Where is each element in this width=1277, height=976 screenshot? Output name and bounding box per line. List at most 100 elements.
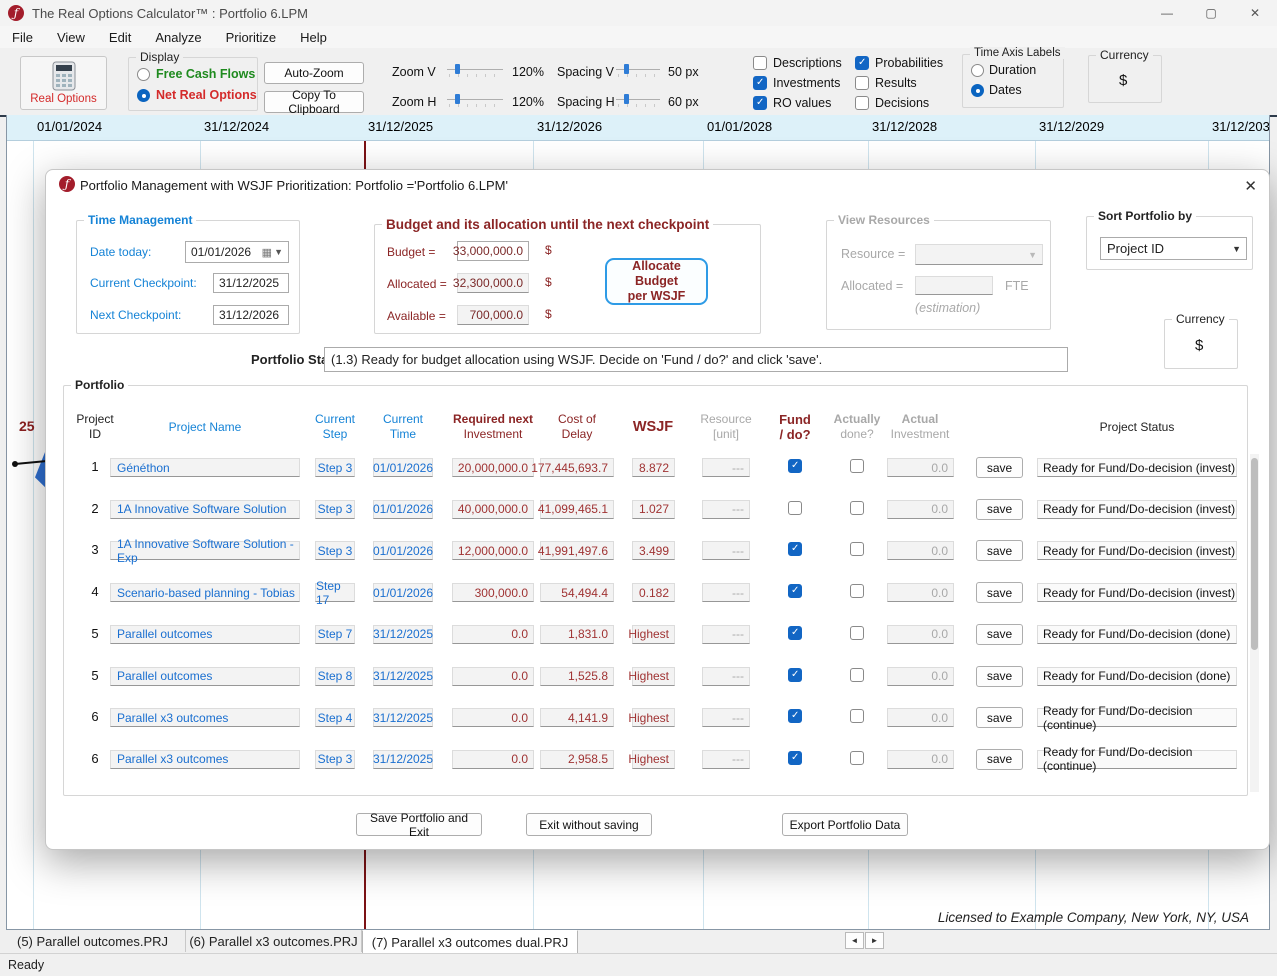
current-step-field[interactable]: Step 3 bbox=[315, 500, 355, 519]
project-name-field[interactable]: Parallel x3 outcomes bbox=[110, 750, 300, 769]
menu-analyze[interactable]: Analyze bbox=[143, 30, 213, 45]
results-label[interactable]: Results bbox=[875, 76, 917, 90]
project-name-field[interactable]: Généthon bbox=[110, 458, 300, 477]
required-investment-field[interactable]: 0.0 bbox=[452, 708, 534, 727]
net-real-options-label[interactable]: Net Real Options bbox=[156, 88, 257, 102]
decisions-checkbox[interactable] bbox=[855, 96, 869, 110]
current-time-field[interactable]: 31/12/2025 bbox=[373, 750, 433, 769]
maximize-icon[interactable]: ▢ bbox=[1189, 0, 1233, 26]
required-investment-field[interactable]: 0.0 bbox=[452, 750, 534, 769]
required-investment-field[interactable]: 300,000.0 bbox=[452, 583, 534, 602]
save-button[interactable]: save bbox=[976, 624, 1023, 645]
current-time-field[interactable]: 31/12/2025 bbox=[373, 625, 433, 644]
dialog-close-icon[interactable]: ✕ bbox=[1244, 177, 1257, 195]
free-cash-flows-radio[interactable] bbox=[137, 68, 150, 81]
cost-of-delay-field[interactable]: 177,445,693.7 bbox=[540, 458, 614, 477]
save-button[interactable]: save bbox=[976, 707, 1023, 728]
fund-do-checkbox[interactable] bbox=[788, 668, 802, 682]
actually-done-checkbox[interactable] bbox=[850, 626, 864, 640]
current-time-field[interactable]: 31/12/2025 bbox=[373, 708, 433, 727]
actually-done-checkbox[interactable] bbox=[850, 459, 864, 473]
save-button[interactable]: save bbox=[976, 499, 1023, 520]
fund-do-checkbox[interactable] bbox=[788, 501, 802, 515]
free-cash-flows-label[interactable]: Free Cash Flows bbox=[156, 67, 255, 81]
exit-without-saving-button[interactable]: Exit without saving bbox=[526, 813, 652, 836]
duration-label[interactable]: Duration bbox=[989, 63, 1036, 77]
current-step-field[interactable]: Step 3 bbox=[315, 541, 355, 560]
project-name-field[interactable]: 1A Innovative Software Solution - Exp bbox=[110, 541, 300, 560]
menu-help[interactable]: Help bbox=[288, 30, 339, 45]
chevron-down-icon[interactable]: ▼ bbox=[1232, 244, 1241, 254]
cost-of-delay-field[interactable]: 1,831.0 bbox=[540, 625, 614, 644]
cost-of-delay-field[interactable]: 1,525.8 bbox=[540, 667, 614, 686]
copy-to-clipboard-button[interactable]: Copy To Clipboard bbox=[264, 91, 364, 113]
current-step-field[interactable]: Step 8 bbox=[315, 667, 355, 686]
calendar-icon[interactable]: ▦ bbox=[262, 246, 272, 259]
save-button[interactable]: save bbox=[976, 457, 1023, 478]
investments-checkbox[interactable] bbox=[753, 76, 767, 90]
next-checkpoint-field[interactable]: 31/12/2026 bbox=[213, 305, 289, 325]
menu-prioritize[interactable]: Prioritize bbox=[214, 30, 289, 45]
minimize-icon[interactable]: — bbox=[1145, 0, 1189, 26]
probabilities-label[interactable]: Probabilities bbox=[875, 56, 943, 70]
project-name-field[interactable]: Scenario-based planning - Tobias bbox=[110, 583, 300, 602]
net-real-options-radio[interactable] bbox=[137, 89, 150, 102]
menu-view[interactable]: View bbox=[45, 30, 97, 45]
fund-do-checkbox[interactable] bbox=[788, 751, 802, 765]
current-step-field[interactable]: Step 3 bbox=[315, 750, 355, 769]
project-name-field[interactable]: 1A Innovative Software Solution bbox=[110, 500, 300, 519]
required-investment-field[interactable]: 0.0 bbox=[452, 625, 534, 644]
menu-edit[interactable]: Edit bbox=[97, 30, 143, 45]
tab-parallel-x3-outcomes-dual[interactable]: (7) Parallel x3 outcomes dual.PRJ bbox=[362, 930, 578, 955]
spacing-v-slider[interactable] bbox=[616, 63, 660, 77]
tab-parallel-x3-outcomes[interactable]: (6) Parallel x3 outcomes.PRJ bbox=[186, 930, 362, 952]
real-options-button[interactable]: Real Options bbox=[20, 56, 107, 110]
required-investment-field[interactable]: 20,000,000.0 bbox=[452, 458, 534, 477]
cost-of-delay-field[interactable]: 41,099,465.1 bbox=[540, 500, 614, 519]
fund-do-checkbox[interactable] bbox=[788, 584, 802, 598]
current-time-field[interactable]: 01/01/2026 bbox=[373, 500, 433, 519]
current-time-field[interactable]: 01/01/2026 bbox=[373, 458, 433, 477]
actually-done-checkbox[interactable] bbox=[850, 542, 864, 556]
cost-of-delay-field[interactable]: 2,958.5 bbox=[540, 750, 614, 769]
date-dropdown-icon[interactable]: ▼ bbox=[274, 247, 283, 257]
current-time-field[interactable]: 01/01/2026 bbox=[373, 583, 433, 602]
current-step-field[interactable]: Step 17 bbox=[315, 583, 355, 602]
current-step-field[interactable]: Step 7 bbox=[315, 625, 355, 644]
current-time-field[interactable]: 01/01/2026 bbox=[373, 541, 433, 560]
date-today-field[interactable]: 01/01/2026 ▦ ▼ bbox=[185, 241, 289, 263]
zoom-v-slider[interactable] bbox=[447, 63, 503, 77]
allocate-budget-button[interactable]: Allocate Budget per WSJF bbox=[605, 258, 708, 305]
budget-field[interactable]: 33,000,000.0 bbox=[457, 241, 529, 261]
cost-of-delay-field[interactable]: 4,141.9 bbox=[540, 708, 614, 727]
investments-label[interactable]: Investments bbox=[773, 76, 840, 90]
save-portfolio-exit-button[interactable]: Save Portfolio and Exit bbox=[356, 813, 482, 836]
auto-zoom-button[interactable]: Auto-Zoom bbox=[264, 62, 364, 84]
actually-done-checkbox[interactable] bbox=[850, 751, 864, 765]
tab-scroll-right-icon[interactable]: ► bbox=[865, 932, 884, 949]
project-name-field[interactable]: Parallel outcomes bbox=[110, 625, 300, 644]
cost-of-delay-field[interactable]: 54,494.4 bbox=[540, 583, 614, 602]
decisions-label[interactable]: Decisions bbox=[875, 96, 929, 110]
actually-done-checkbox[interactable] bbox=[850, 584, 864, 598]
spacing-h-slider[interactable] bbox=[616, 93, 660, 107]
required-investment-field[interactable]: 0.0 bbox=[452, 667, 534, 686]
current-step-field[interactable]: Step 4 bbox=[315, 708, 355, 727]
descriptions-checkbox[interactable] bbox=[753, 56, 767, 70]
actually-done-checkbox[interactable] bbox=[850, 709, 864, 723]
fund-do-checkbox[interactable] bbox=[788, 709, 802, 723]
save-button[interactable]: save bbox=[976, 582, 1023, 603]
save-button[interactable]: save bbox=[976, 540, 1023, 561]
ro-values-label[interactable]: RO values bbox=[773, 96, 831, 110]
probabilities-checkbox[interactable] bbox=[855, 56, 869, 70]
project-name-field[interactable]: Parallel x3 outcomes bbox=[110, 708, 300, 727]
ro-values-checkbox[interactable] bbox=[753, 96, 767, 110]
save-button[interactable]: save bbox=[976, 666, 1023, 687]
fund-do-checkbox[interactable] bbox=[788, 626, 802, 640]
close-icon[interactable]: ✕ bbox=[1233, 0, 1277, 26]
current-time-field[interactable]: 31/12/2025 bbox=[373, 667, 433, 686]
actually-done-checkbox[interactable] bbox=[850, 668, 864, 682]
current-checkpoint-field[interactable]: 31/12/2025 bbox=[213, 273, 289, 293]
table-scrollbar-thumb[interactable] bbox=[1251, 458, 1258, 650]
tab-scroll-left-icon[interactable]: ◄ bbox=[845, 932, 864, 949]
